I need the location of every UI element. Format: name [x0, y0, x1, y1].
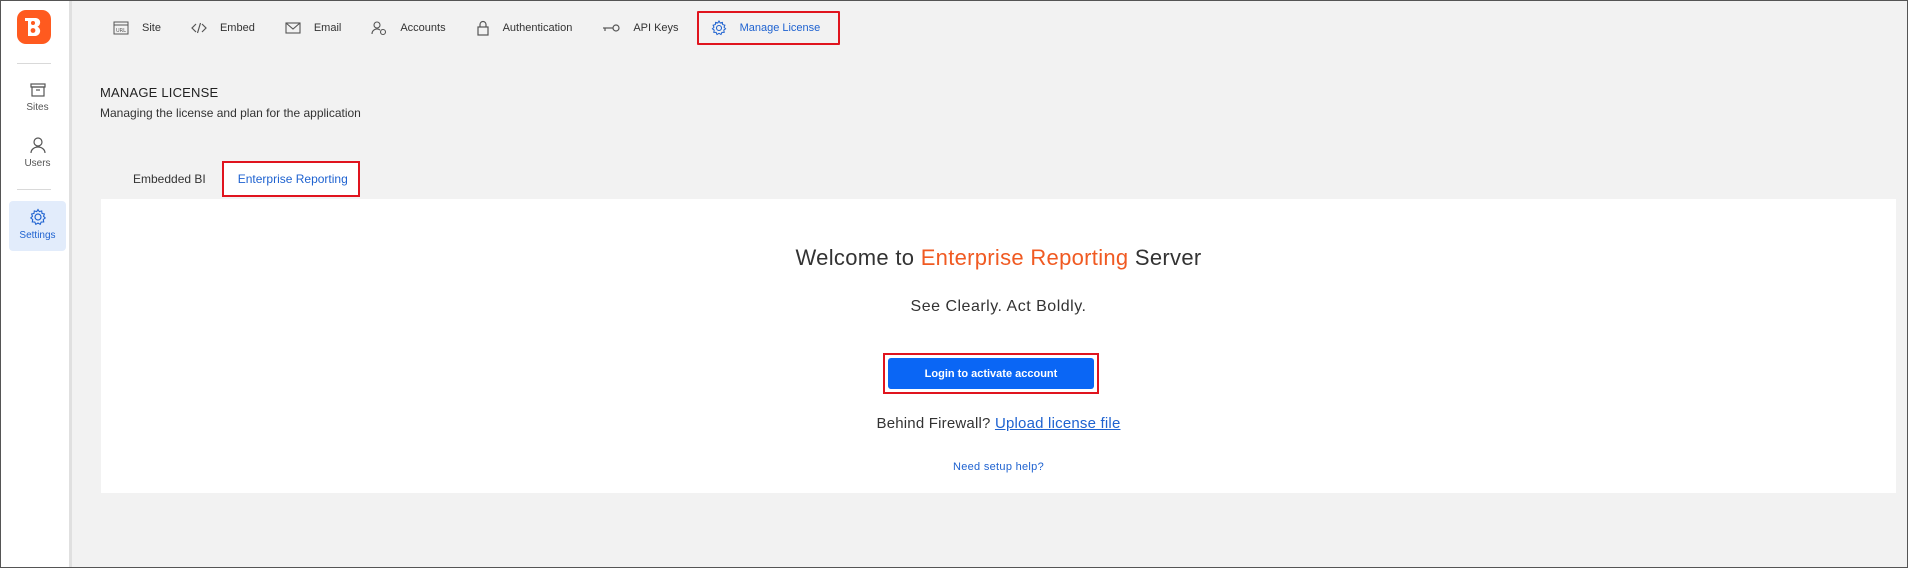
tagline: See Clearly. Act Boldly. [910, 298, 1087, 315]
rail-divider [17, 63, 51, 64]
rail-divider [17, 189, 51, 190]
nav-item-email[interactable]: Email [273, 11, 354, 45]
upload-license-link[interactable]: Upload license file [995, 415, 1121, 432]
key-icon [602, 23, 620, 33]
nav-item-label: Authentication [502, 22, 573, 34]
nav-item-label: Embed [219, 22, 255, 34]
firewall-text: Behind Firewall? [876, 415, 995, 432]
users-icon [29, 137, 46, 154]
login-activate-button[interactable]: Login to activate account [888, 358, 1094, 389]
logo[interactable] [17, 10, 51, 44]
nav-item-manage-license[interactable]: Manage License [696, 11, 841, 45]
nav-item-accounts[interactable]: Accounts [359, 11, 457, 45]
left-rail: Sites Users Settings [1, 1, 72, 567]
nav-item-label: Manage License [739, 22, 821, 34]
url-icon: URL [113, 21, 129, 35]
nav-item-api-keys[interactable]: API Keys [590, 11, 690, 45]
welcome-heading: Welcome to Enterprise Reporting Server [101, 245, 1896, 271]
account-settings-icon [371, 20, 387, 36]
page-title: MANAGE LICENSE [100, 85, 219, 100]
sidebar-item-label: Settings [19, 230, 56, 241]
code-icon [191, 22, 207, 34]
sidebar-item-label: Sites [26, 102, 49, 113]
license-card: Welcome to Enterprise Reporting Server S… [101, 199, 1896, 493]
page-subtitle: Managing the license and plan for the ap… [100, 106, 361, 120]
welcome-brand: Enterprise Reporting [920, 245, 1129, 270]
mail-icon [285, 22, 301, 34]
sidebar-item-sites[interactable]: Sites [9, 75, 66, 123]
nav-item-label: Site [142, 22, 161, 34]
nav-item-authentication[interactable]: Authentication [464, 11, 585, 45]
license-tabs: Embedded BI Enterprise Reporting [121, 161, 360, 197]
sites-icon [29, 83, 46, 97]
gear-icon [29, 208, 46, 226]
svg-text:URL: URL [116, 28, 126, 34]
nav-item-label: API Keys [633, 22, 679, 34]
sidebar-item-settings[interactable]: Settings [9, 201, 66, 251]
login-button-highlight: Login to activate account [883, 353, 1099, 394]
nav-item-label: Accounts [400, 22, 446, 34]
nav-item-label: Email [313, 22, 342, 34]
license-gear-icon [711, 20, 727, 36]
lock-icon [476, 20, 490, 36]
firewall-line: Behind Firewall? Upload license file [101, 415, 1896, 432]
nav-item-embed[interactable]: Embed [179, 11, 267, 45]
sidebar-item-label: Users [24, 158, 51, 169]
tab-embedded-bi[interactable]: Embedded BI [121, 161, 218, 197]
logo-icon [25, 18, 41, 36]
nav-item-site[interactable]: URL Site [101, 11, 173, 45]
settings-top-nav: URL Site Embed Email Accounts Authentica… [101, 11, 846, 45]
welcome-suffix: Server [1128, 245, 1202, 270]
setup-help-link[interactable]: Need setup help? [101, 461, 1896, 473]
welcome-prefix: Welcome to [795, 245, 921, 270]
app-window: Sites Users Settings URL Site Embed Emai… [0, 0, 1908, 568]
tab-enterprise-reporting[interactable]: Enterprise Reporting [221, 161, 360, 197]
sidebar-item-users[interactable]: Users [9, 129, 66, 177]
